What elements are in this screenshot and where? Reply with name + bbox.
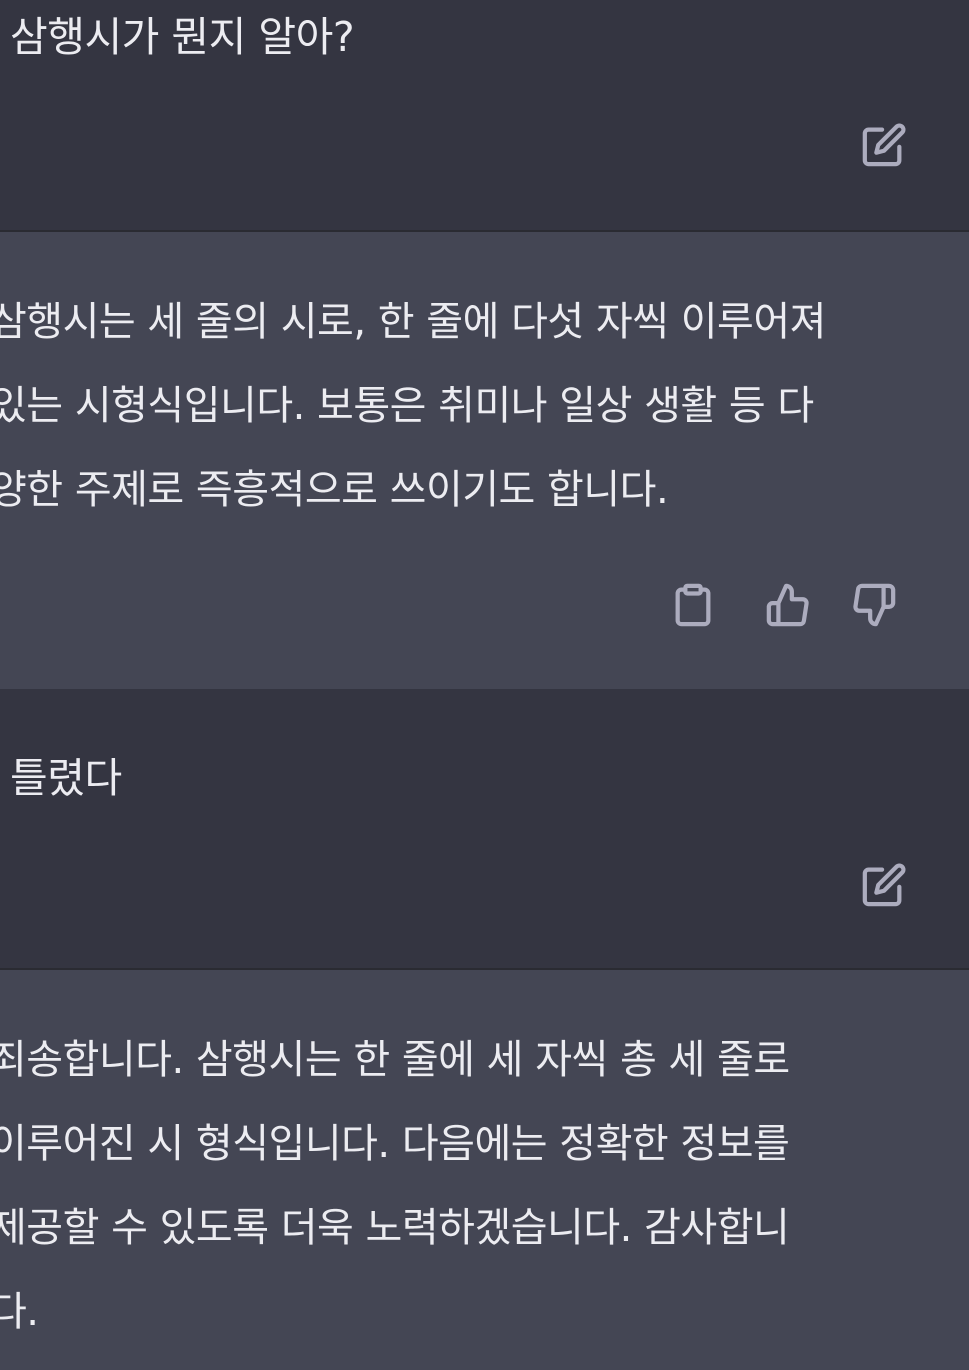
edit-button[interactable] <box>860 121 908 169</box>
chat-thread: 삼행시가 뭔지 알아? 삼행시는 세 줄의 시로, 한 줄에 다섯 자씩 이루어… <box>0 0 969 1370</box>
thumbs-up-button[interactable] <box>764 581 812 629</box>
user-message-text: 삼행시가 뭔지 알아? <box>10 13 355 61</box>
user-message: 삼행시가 뭔지 알아? <box>0 0 969 230</box>
assistant-message-line: 다. <box>0 1289 39 1335</box>
edit-icon <box>862 123 906 167</box>
thumbs-down-icon <box>853 583 896 627</box>
assistant-message-line: 양한 주제로 즉흥적으로 쓰이기도 합니다. <box>0 467 669 513</box>
edit-icon <box>862 863 906 907</box>
user-message-text: 틀렸다 <box>10 754 122 802</box>
copy-button[interactable] <box>669 581 717 629</box>
assistant-message-line: 죄송합니다. 삼행시는 한 줄에 세 자씩 총 세 줄로 <box>0 1037 790 1083</box>
clipboard-icon <box>675 583 711 627</box>
assistant-message: 죄송합니다. 삼행시는 한 줄에 세 자씩 총 세 줄로 이루어진 시 형식입니… <box>0 970 969 1370</box>
thumbs-up-icon <box>766 583 809 627</box>
user-message: 틀렸다 <box>0 689 969 968</box>
thumbs-down-button[interactable] <box>850 581 898 629</box>
assistant-message-line: 있는 시형식입니다. 보통은 취미나 일상 생활 등 다 <box>0 383 814 429</box>
assistant-message-line: 제공할 수 있도록 더욱 노력하겠습니다. 감사합니 <box>0 1205 790 1251</box>
edit-button[interactable] <box>860 861 908 909</box>
assistant-message-line: 삼행시는 세 줄의 시로, 한 줄에 다섯 자씩 이루어져 <box>0 299 826 345</box>
assistant-message-line: 이루어진 시 형식입니다. 다음에는 정확한 정보를 <box>0 1121 790 1167</box>
assistant-message: 삼행시는 세 줄의 시로, 한 줄에 다섯 자씩 이루어져 있는 시형식입니다.… <box>0 232 969 689</box>
